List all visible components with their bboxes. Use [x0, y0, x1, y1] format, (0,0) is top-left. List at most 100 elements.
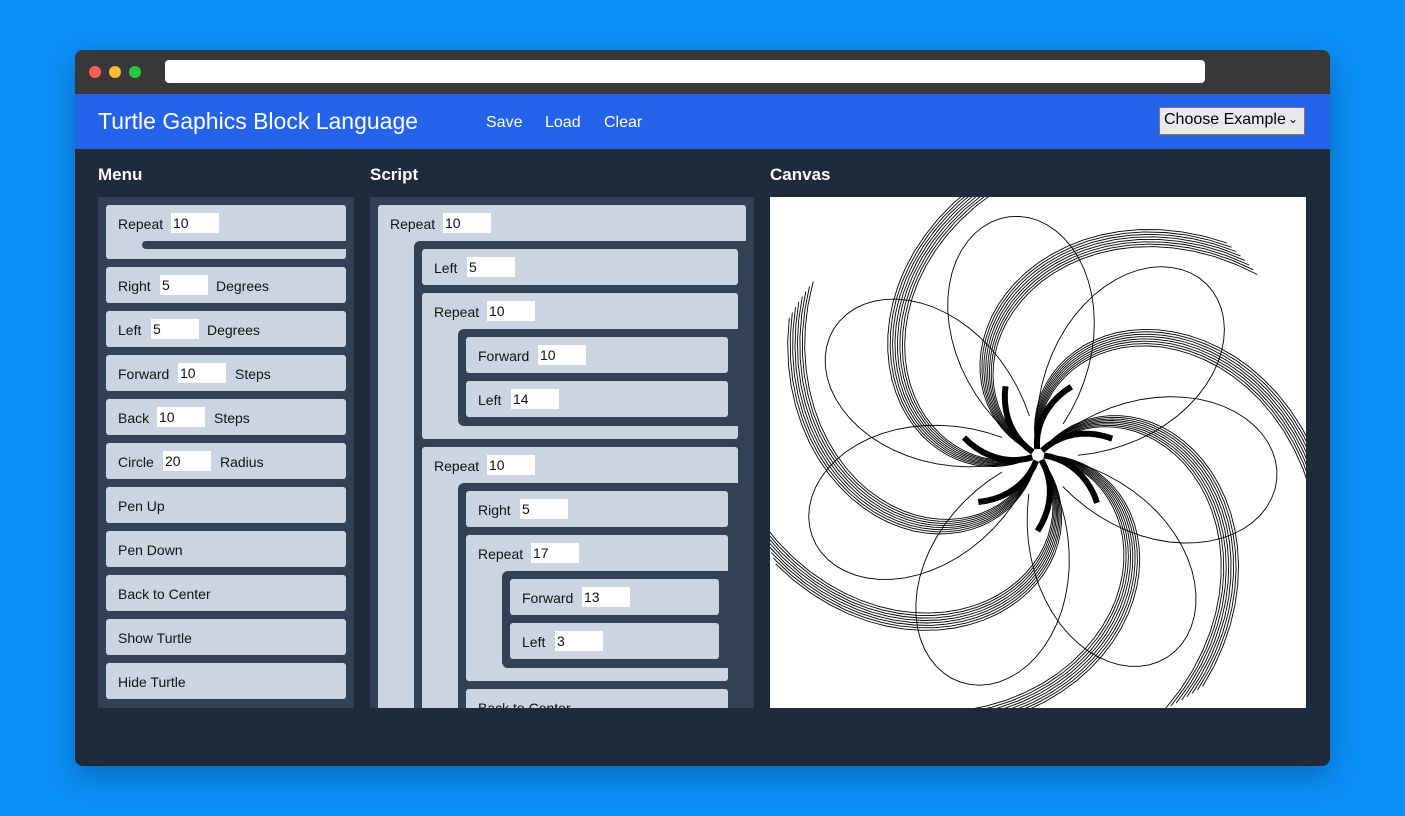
script-back-to-center-label: Back to Center [478, 700, 571, 708]
script-repeat-b-input[interactable] [487, 455, 535, 475]
turtle-stroke [981, 231, 1232, 452]
minimize-window-dot[interactable] [109, 66, 121, 78]
menu-back-block[interactable]: Back Steps [106, 399, 346, 435]
menu-right-label: Right [118, 278, 151, 294]
script-repeat-b-body: Right Repeat Forward [458, 483, 754, 708]
script-forward-a-block[interactable]: Forward [466, 337, 728, 373]
browser-window: Turtle Gaphics Block Language Save Load … [75, 50, 1330, 766]
turtle-stroke [1034, 328, 1306, 448]
script-left-a-label: Left [434, 260, 458, 276]
script-forward-a-label: Forward [478, 348, 530, 364]
menu-circle-label: Circle [118, 454, 154, 470]
menu-right-block[interactable]: Right Degrees [106, 267, 346, 303]
turtle-stroke [770, 461, 1055, 616]
navbar: Turtle Gaphics Block Language Save Load … [75, 94, 1330, 149]
browser-titlebar [75, 50, 1330, 94]
menu-forward-block[interactable]: Forward Steps [106, 355, 346, 391]
turtle-stroke [1036, 340, 1306, 466]
turtle-stroke [787, 317, 1037, 535]
save-link[interactable]: Save [486, 114, 522, 132]
script-right-a-block[interactable]: Right [466, 491, 728, 527]
chevron-down-icon: ⌄ [1287, 112, 1298, 126]
choose-example-value: Choose Example [1164, 111, 1286, 128]
script-repeat-c-input[interactable] [531, 543, 579, 563]
choose-example-select[interactable]: Choose Example ⌄ [1159, 107, 1305, 135]
menu-back-input[interactable] [157, 407, 205, 427]
menu-pen-down-label: Pen Down [118, 542, 183, 558]
menu-back-label: Back [118, 410, 150, 426]
close-window-dot[interactable] [89, 66, 101, 78]
turtle-stroke [824, 298, 1030, 468]
script-left-c-block[interactable]: Left [510, 623, 719, 659]
script-repeat-outer-body: Left Repeat Forward Left [414, 241, 754, 708]
menu-circle-input[interactable] [163, 451, 211, 471]
canvas-heading: Canvas [770, 165, 831, 184]
script-panel: Repeat Left Repeat Forward [370, 197, 754, 708]
menu-right-input[interactable] [160, 275, 208, 295]
menu-circle-unit: Radius [220, 454, 264, 470]
script-left-c-input[interactable] [555, 631, 603, 651]
menu-back-to-center-block[interactable]: Back to Center [106, 575, 346, 611]
script-repeat-b-label: Repeat [434, 458, 480, 474]
menu-repeat-block[interactable]: Repeat [106, 205, 352, 259]
script-forward-b-block[interactable]: Forward [510, 579, 719, 615]
script-repeat-a-body: Forward Left [458, 329, 754, 426]
turtle-stroke [1036, 266, 1225, 456]
script-heading: Script [370, 165, 419, 184]
menu-forward-label: Forward [118, 366, 170, 382]
menu-forward-input[interactable] [178, 363, 226, 383]
menu-pen-up-block[interactable]: Pen Up [106, 487, 346, 523]
menu-repeat-label: Repeat [118, 216, 164, 232]
script-repeat-outer-label: Repeat [390, 216, 436, 232]
script-repeat-b-block[interactable]: Repeat Right Repeat Forward [422, 447, 754, 708]
address-bar[interactable] [165, 60, 1205, 83]
turtle-stroke [1034, 458, 1053, 533]
script-left-c-label: Left [522, 634, 546, 650]
menu-forward-unit: Steps [235, 366, 271, 382]
script-back-to-center-block[interactable]: Back to Center [466, 689, 728, 708]
turtle-stroke [1042, 415, 1239, 687]
menu-left-unit: Degrees [207, 322, 260, 338]
menu-back-to-center-label: Back to Center [118, 586, 211, 602]
script-repeat-c-label: Repeat [478, 546, 524, 562]
script-left-a-block[interactable]: Left [422, 249, 738, 285]
menu-back-unit: Steps [214, 410, 250, 426]
menu-hide-turtle-label: Hide Turtle [118, 674, 186, 690]
turtle-canvas[interactable] [770, 197, 1306, 708]
turtle-stroke [1004, 455, 1132, 708]
script-repeat-a-label: Repeat [434, 304, 480, 320]
script-repeat-outer-input[interactable] [443, 213, 491, 233]
script-repeat-a-input[interactable] [487, 301, 535, 321]
script-forward-b-input[interactable] [582, 587, 630, 607]
menu-show-turtle-label: Show Turtle [118, 630, 192, 646]
script-forward-b-label: Forward [522, 590, 574, 606]
script-repeat-outer-block[interactable]: Repeat Left Repeat Forward [378, 205, 754, 708]
menu-hide-turtle-block[interactable]: Hide Turtle [106, 663, 346, 699]
turtle-stroke [801, 286, 1036, 522]
script-repeat-a-block[interactable]: Repeat Forward Left [422, 293, 754, 439]
menu-right-unit: Degrees [216, 278, 269, 294]
script-left-b-block[interactable]: Left [466, 381, 728, 417]
menu-repeat-slot [142, 241, 352, 249]
app-title: Turtle Gaphics Block Language [98, 108, 419, 134]
script-forward-a-input[interactable] [538, 345, 586, 365]
menu-pen-down-block[interactable]: Pen Down [106, 531, 346, 567]
load-link[interactable]: Load [545, 114, 581, 132]
menu-left-label: Left [118, 322, 142, 338]
menu-heading: Menu [98, 165, 143, 184]
turtle-stroke [804, 281, 1036, 520]
menu-left-block[interactable]: Left Degrees [106, 311, 346, 347]
menu-repeat-input[interactable] [171, 213, 219, 233]
menu-left-input[interactable] [151, 319, 199, 339]
script-right-a-input[interactable] [520, 499, 568, 519]
menu-show-turtle-block[interactable]: Show Turtle [106, 619, 346, 655]
script-repeat-c-block[interactable]: Repeat Forward Left [466, 535, 742, 681]
script-left-a-input[interactable] [467, 257, 515, 277]
script-left-b-input[interactable] [511, 389, 559, 409]
turtle-stroke [770, 461, 1057, 621]
script-repeat-c-body: Forward Left [502, 571, 742, 668]
maximize-window-dot[interactable] [129, 66, 141, 78]
menu-circle-block[interactable]: Circle Radius [106, 443, 346, 479]
clear-link[interactable]: Clear [604, 114, 642, 132]
turtle-stroke [1001, 386, 1035, 455]
